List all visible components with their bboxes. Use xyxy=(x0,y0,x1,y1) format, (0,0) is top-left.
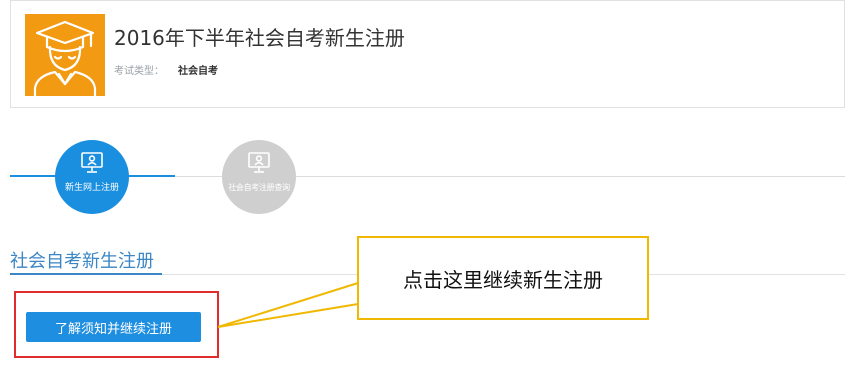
section-underline xyxy=(10,273,162,275)
callout-text: 点击这里继续新生注册 xyxy=(403,267,603,292)
section-title: 社会自考新生注册 xyxy=(10,251,154,272)
step-label: 新生网上注册 xyxy=(64,183,119,193)
page-title: 2016年下半年社会自考新生注册 xyxy=(114,26,405,50)
step-label: 社会自考注册查询 xyxy=(228,183,290,192)
annotation-callout: 点击这里继续新生注册 xyxy=(357,236,649,320)
monitor-user-icon xyxy=(79,150,105,176)
exam-type-label: 考试类型： xyxy=(114,66,164,77)
step-online-registration[interactable]: 新生网上注册 xyxy=(55,140,129,214)
step-registration-query[interactable]: 社会自考注册查询 xyxy=(222,140,296,214)
exam-type-value: 社会自考 xyxy=(178,66,218,77)
graduate-icon xyxy=(25,14,105,96)
continue-registration-button[interactable]: 了解须知并继续注册 xyxy=(26,312,201,342)
exam-header-card: 2016年下半年社会自考新生注册 考试类型： 社会自考 xyxy=(10,0,845,108)
exam-type-row: 考试类型： 社会自考 xyxy=(114,62,218,77)
monitor-user-icon xyxy=(246,150,272,176)
